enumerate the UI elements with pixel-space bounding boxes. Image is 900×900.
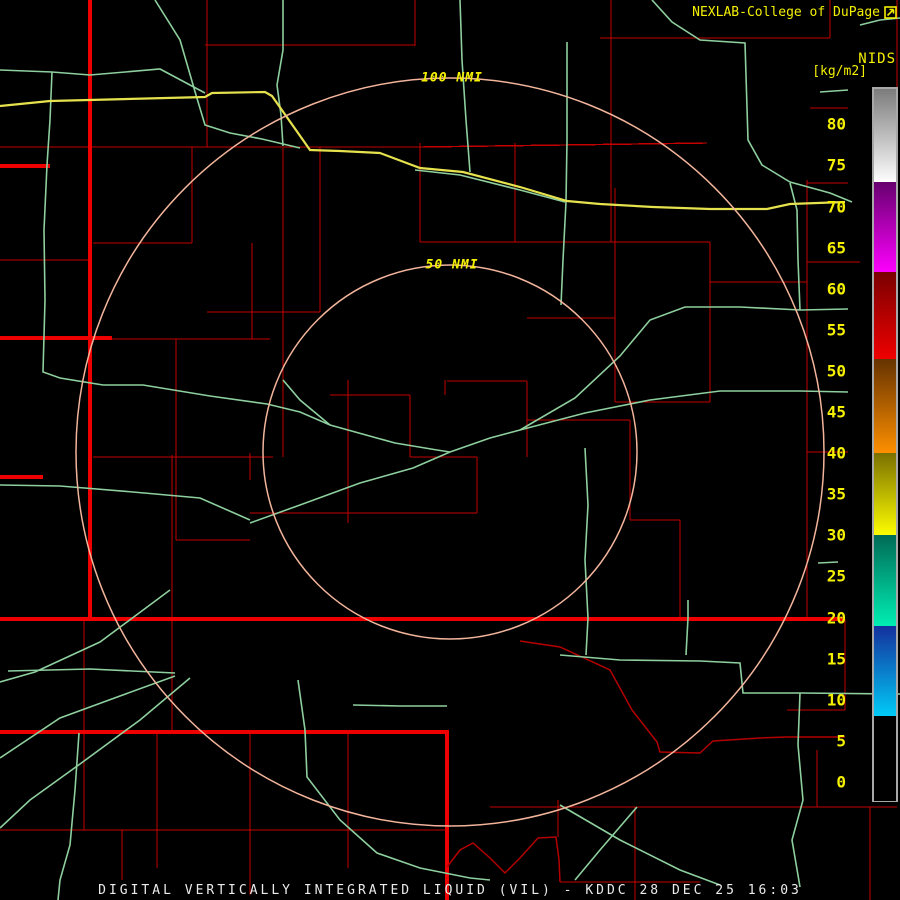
- product-caption: DIGITAL VERTICALLY INTEGRATED LIQUID (VI…: [98, 883, 802, 898]
- colorbar-tick-label: 50: [826, 361, 846, 381]
- base-map: [0, 0, 900, 900]
- colorbar-tick-label: 5: [836, 731, 846, 751]
- road-line: [276, 0, 284, 147]
- radar-display: NEXLAB-College of DuPage NIDS [kg/m2] 10…: [0, 0, 900, 900]
- road-line: [0, 484, 251, 521]
- colorbar-segment: [874, 453, 896, 537]
- road-line: [789, 182, 801, 311]
- road-line: [0, 677, 191, 829]
- colorbar-segment: [874, 89, 896, 183]
- road-line: [817, 561, 839, 564]
- road-line: [559, 804, 721, 886]
- colorbar-segment: [874, 625, 896, 718]
- state-borders-layer: [0, 0, 845, 900]
- colorbar-tick-label: 75: [826, 155, 846, 175]
- road-line: [352, 704, 447, 707]
- colorbar-tick-label: 10: [826, 690, 846, 710]
- colorbar-tick-label: 55: [826, 320, 846, 340]
- river-line: [446, 836, 561, 883]
- colorbar-segment: [874, 535, 896, 627]
- colorbar-tick-label: 80: [826, 114, 846, 134]
- road-line: [791, 692, 804, 888]
- colorbar-tick-label: 30: [826, 525, 846, 545]
- colorbar-tick-label: 0: [836, 772, 846, 792]
- range-ring-label-100: 100 NMI: [421, 70, 483, 86]
- road-line: [819, 89, 849, 93]
- colorbar-segment: [874, 272, 896, 360]
- colorbar-units: [kg/m2]: [812, 64, 867, 79]
- rivers-layer: [446, 640, 845, 883]
- colorbar-tick-label: 15: [826, 649, 846, 669]
- colorbar-tick-label: 40: [826, 443, 846, 463]
- colorbar-tick-label: 20: [826, 608, 846, 628]
- road-line: [57, 732, 80, 900]
- road-line: [414, 169, 566, 203]
- road-line: [685, 600, 689, 656]
- attribution-bar: NEXLAB-College of DuPage: [692, 5, 897, 20]
- river-line: [519, 640, 845, 754]
- colorbar-segment: [874, 716, 896, 801]
- colorbar-tick-label: 65: [826, 238, 846, 258]
- roads-layer: [0, 0, 900, 900]
- state-border-line: [0, 730, 449, 900]
- road-line: [560, 42, 568, 306]
- colorbar-segment: [874, 181, 896, 274]
- colorbar-tick-label: 25: [826, 566, 846, 586]
- road-line: [559, 654, 900, 695]
- road-line: [0, 68, 206, 94]
- colorbar-tick-label: 60: [826, 279, 846, 299]
- range-ring-label-50: 50 NMI: [425, 257, 479, 273]
- dupage-logo-icon: [884, 6, 897, 19]
- attribution-text: NEXLAB-College of DuPage: [692, 5, 880, 20]
- colorbar-tick-label: 35: [826, 484, 846, 504]
- colorbar: [872, 87, 898, 802]
- colorbar-tick-label: 70: [826, 197, 846, 217]
- colorbar-tick-label: 45: [826, 402, 846, 422]
- road-line: [249, 390, 849, 524]
- county-line: [0, 142, 708, 148]
- road-line: [282, 379, 331, 426]
- colorbar-segment: [874, 358, 896, 455]
- road-line: [584, 447, 589, 656]
- road-line: [519, 306, 849, 431]
- road-line: [0, 675, 176, 759]
